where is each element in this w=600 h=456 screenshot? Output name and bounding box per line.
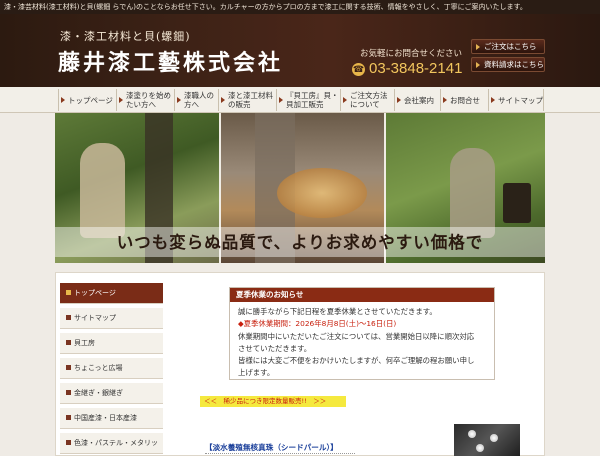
hero-bucket — [503, 183, 531, 223]
notice-body: 誠に勝手ながら下記日程を夏季休業とさせていただきます。 ◆夏季休業期間：2026… — [230, 302, 494, 380]
product-link-seed-pearl[interactable]: 【淡水養殖無核真珠（シードパール）】 — [205, 442, 355, 454]
global-nav: トップページ 漆塗りを始めたい方へ 漆職人の方へ 漆と漆工材料の販売 『貝工房』… — [0, 87, 600, 113]
sidebar-item-plaza[interactable]: ちょこっと広場 — [60, 358, 163, 379]
hero-banner: いつも変らぬ品質で、よりお求めやすい価格で — [55, 113, 545, 263]
nav-label: トップページ — [68, 95, 113, 105]
hero-figure-worker — [450, 148, 495, 238]
phone-number[interactable]: ☎ 03-3848-2141 — [352, 60, 462, 77]
arrow-right-icon — [61, 97, 65, 103]
nav-item-shell-workshop[interactable]: 『貝工房』貝・貝加工販売 — [276, 89, 340, 111]
bullet-icon — [66, 315, 71, 320]
request-docs-button-label: 資料請求はこちら — [484, 60, 544, 69]
nav-label: 漆職人の方へ — [184, 91, 214, 109]
sidebar-nav: トップページ サイトマップ 貝工房 ちょこっと広場 金継ぎ・銀継ぎ 中国産漆・日… — [60, 283, 165, 456]
nav-item-top[interactable]: トップページ — [58, 89, 116, 111]
nav-item-beginners[interactable]: 漆塗りを始めたい方へ — [116, 89, 174, 111]
site-subtitle: 漆・漆工材料と貝(螺鈿) — [60, 30, 191, 43]
limited-sale-banner: ＜＜ 稀少品につき限定数量販売!! ＞＞ — [200, 396, 346, 407]
notice-line: させていただきます。 — [238, 343, 312, 353]
order-button[interactable]: ご注文はこちら — [471, 39, 545, 54]
company-logo[interactable]: 藤井漆工藝株式会社 — [58, 45, 283, 77]
product-thumbnail[interactable] — [454, 424, 520, 456]
nav-item-ordering[interactable]: ご注文方法について — [340, 89, 394, 111]
site-header: 漆・漆工材料と貝(螺鈿) 藤井漆工藝株式会社 お気軽にお問合せください ☎ 03-… — [0, 14, 600, 87]
contact-label: お気軽にお問合せください — [360, 49, 463, 59]
arrow-right-icon — [397, 97, 401, 103]
sidebar-item-label: ちょこっと広場 — [74, 364, 123, 372]
site-description: 漆・漆芸材料(漆工材料)と貝(螺鈿 らでん)のことならお任せ下さい。カルチャーの… — [0, 0, 600, 14]
bullet-icon — [66, 340, 71, 345]
arrow-right-icon — [476, 44, 480, 50]
bullet-icon — [66, 290, 71, 295]
phone-text: 03-3848-2141 — [369, 60, 463, 77]
nav-label: お問合せ — [450, 95, 480, 105]
sidebar-item-top[interactable]: トップページ — [60, 283, 163, 304]
sidebar-item-label: 色漆・パステル・メタリック漆 — [74, 439, 158, 447]
nav-item-company[interactable]: 会社案内 — [394, 89, 440, 111]
notice-holiday-period: ◆夏季休業期間：2026年8月8日(土)～16日(日) — [238, 319, 397, 329]
bullet-icon — [66, 440, 71, 445]
pearl-shape — [490, 434, 498, 442]
notice-line: 誠に勝手ながら下記日程を夏季休業とさせていただきます。 — [238, 307, 437, 316]
arrow-right-icon — [279, 97, 283, 103]
sidebar-item-label: 中国産漆・日本産漆 — [74, 414, 137, 422]
sidebar-item-label: サイトマップ — [74, 314, 116, 322]
order-button-label: ご注文はこちら — [484, 42, 537, 51]
notice-line: 休業期間中にいただいたご注文については、営業開始日以降に順次対応 — [238, 331, 475, 341]
bullet-icon — [66, 365, 71, 370]
nav-item-materials[interactable]: 漆と漆工材料の販売 — [218, 89, 276, 111]
nav-label: 漆と漆工材料の販売 — [228, 91, 273, 109]
arrow-right-icon — [119, 97, 123, 103]
nav-item-contact[interactable]: お問合せ — [440, 89, 488, 111]
arrow-right-icon — [491, 97, 495, 103]
hero-sap-cut — [277, 168, 367, 218]
arrow-right-icon — [443, 97, 447, 103]
sidebar-item-label: 貝工房 — [74, 339, 95, 347]
bullet-icon — [66, 415, 71, 420]
arrow-right-icon — [177, 97, 181, 103]
hero-figure-craftsman — [80, 143, 125, 238]
sidebar-item-sitemap[interactable]: サイトマップ — [60, 308, 163, 329]
sidebar-item-shell-workshop[interactable]: 貝工房 — [60, 333, 163, 354]
nav-item-craftsmen[interactable]: 漆職人の方へ — [174, 89, 218, 111]
arrow-right-icon — [343, 97, 347, 103]
nav-label: 漆塗りを始めたい方へ — [126, 91, 171, 109]
sidebar-item-lacquer-origin[interactable]: 中国産漆・日本産漆 — [60, 408, 163, 429]
hero-slogan: いつも変らぬ品質で、よりお求めやすい価格で — [116, 233, 484, 252]
notice-line: 上げます。 — [238, 368, 275, 378]
sidebar-item-label: 金継ぎ・銀継ぎ — [74, 389, 123, 397]
pearl-shape — [476, 444, 484, 452]
notice-line: 皆様には大変ご不便をおかけいたしますが、何卒ご理解の程お願い申し — [238, 356, 475, 366]
bullet-icon — [66, 390, 71, 395]
notice-title: 夏季休業のお知らせ — [230, 288, 494, 302]
phone-icon: ☎ — [352, 63, 365, 76]
sidebar-item-colored-lacquer[interactable]: 色漆・パステル・メタリック漆 — [60, 433, 163, 454]
nav-label: 会社案内 — [404, 95, 434, 105]
nav-label: ご注文方法について — [350, 91, 388, 109]
pearl-shape — [468, 430, 476, 438]
summer-holiday-notice: 夏季休業のお知らせ 誠に勝手ながら下記日程を夏季休業とさせていただきます。 ◆夏… — [229, 287, 495, 380]
arrow-right-icon — [476, 62, 480, 68]
sidebar-item-label: トップページ — [74, 289, 116, 297]
nav-label: サイトマップ — [498, 95, 543, 105]
arrow-right-icon — [221, 97, 225, 103]
nav-label: 『貝工房』貝・貝加工販売 — [286, 91, 339, 109]
sidebar-item-kintsugi[interactable]: 金継ぎ・銀継ぎ — [60, 383, 163, 404]
nav-item-sitemap[interactable]: サイトマップ — [488, 89, 544, 111]
request-docs-button[interactable]: 資料請求はこちら — [471, 57, 545, 72]
